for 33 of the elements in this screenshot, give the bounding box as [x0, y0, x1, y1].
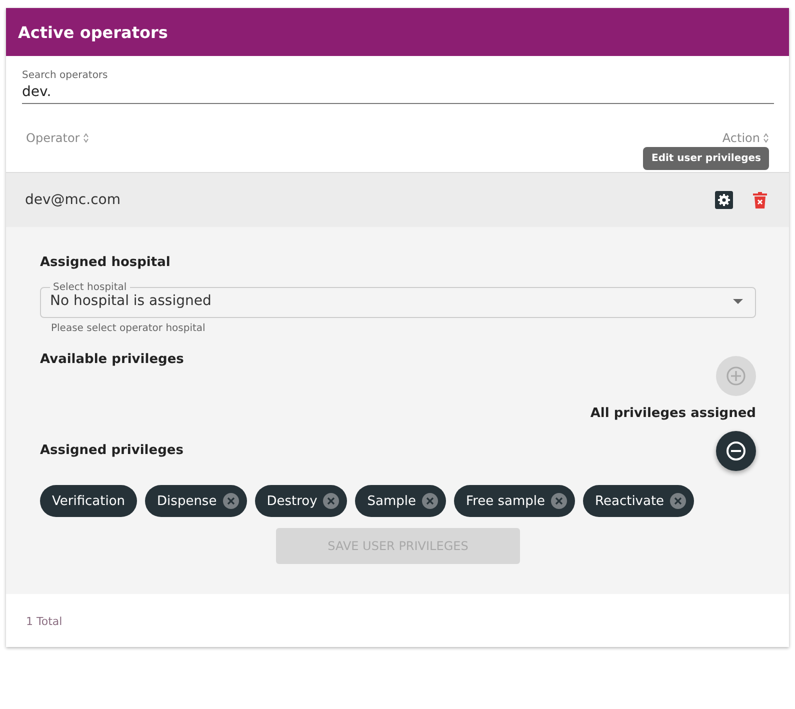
section-heading: Assigned hospital [40, 255, 172, 270]
privilege-chip[interactable]: Sample [355, 485, 446, 517]
remove-icon[interactable] [551, 493, 568, 509]
privilege-chip[interactable]: Dispense [145, 485, 247, 517]
status-message: All privileges assigned [590, 406, 756, 421]
plus-icon [726, 366, 746, 386]
remove-icon[interactable] [670, 493, 686, 509]
hospital-select[interactable]: Select hospital No hospital is assigned [40, 282, 756, 318]
field-label: Search operators [22, 70, 109, 81]
dropdown-icon [733, 298, 743, 304]
panel-title: Active operators [18, 22, 168, 42]
delete-icon[interactable] [753, 192, 767, 208]
section-heading: Available privileges [40, 352, 184, 367]
privilege-chip[interactable]: Reactivate [583, 485, 694, 517]
helper-text: Please select operator hospital [51, 323, 206, 334]
remove-icon[interactable] [422, 493, 438, 509]
sort-icon[interactable] [82, 133, 89, 143]
column-header[interactable]: Action [722, 131, 769, 145]
privilege-chip[interactable]: Verification [40, 485, 138, 517]
column-header[interactable]: Operator [26, 131, 89, 145]
privilege-chip[interactable]: Destroy [254, 485, 348, 517]
privilege-chip[interactable]: Free sample [454, 485, 576, 517]
operator-cell: dev@mc.com [25, 192, 120, 208]
settings-icon[interactable] [715, 191, 733, 209]
minus-icon [726, 441, 746, 461]
section-heading: Assigned privileges [40, 443, 184, 458]
tooltip: Edit user privileges [643, 147, 769, 170]
search-field[interactable]: dev. [22, 81, 774, 104]
remove-icon[interactable] [222, 493, 239, 509]
remove-button[interactable] [716, 431, 756, 471]
total-count: 1 Total [26, 615, 62, 628]
remove-icon[interactable] [323, 493, 340, 509]
sort-icon[interactable] [763, 133, 769, 143]
